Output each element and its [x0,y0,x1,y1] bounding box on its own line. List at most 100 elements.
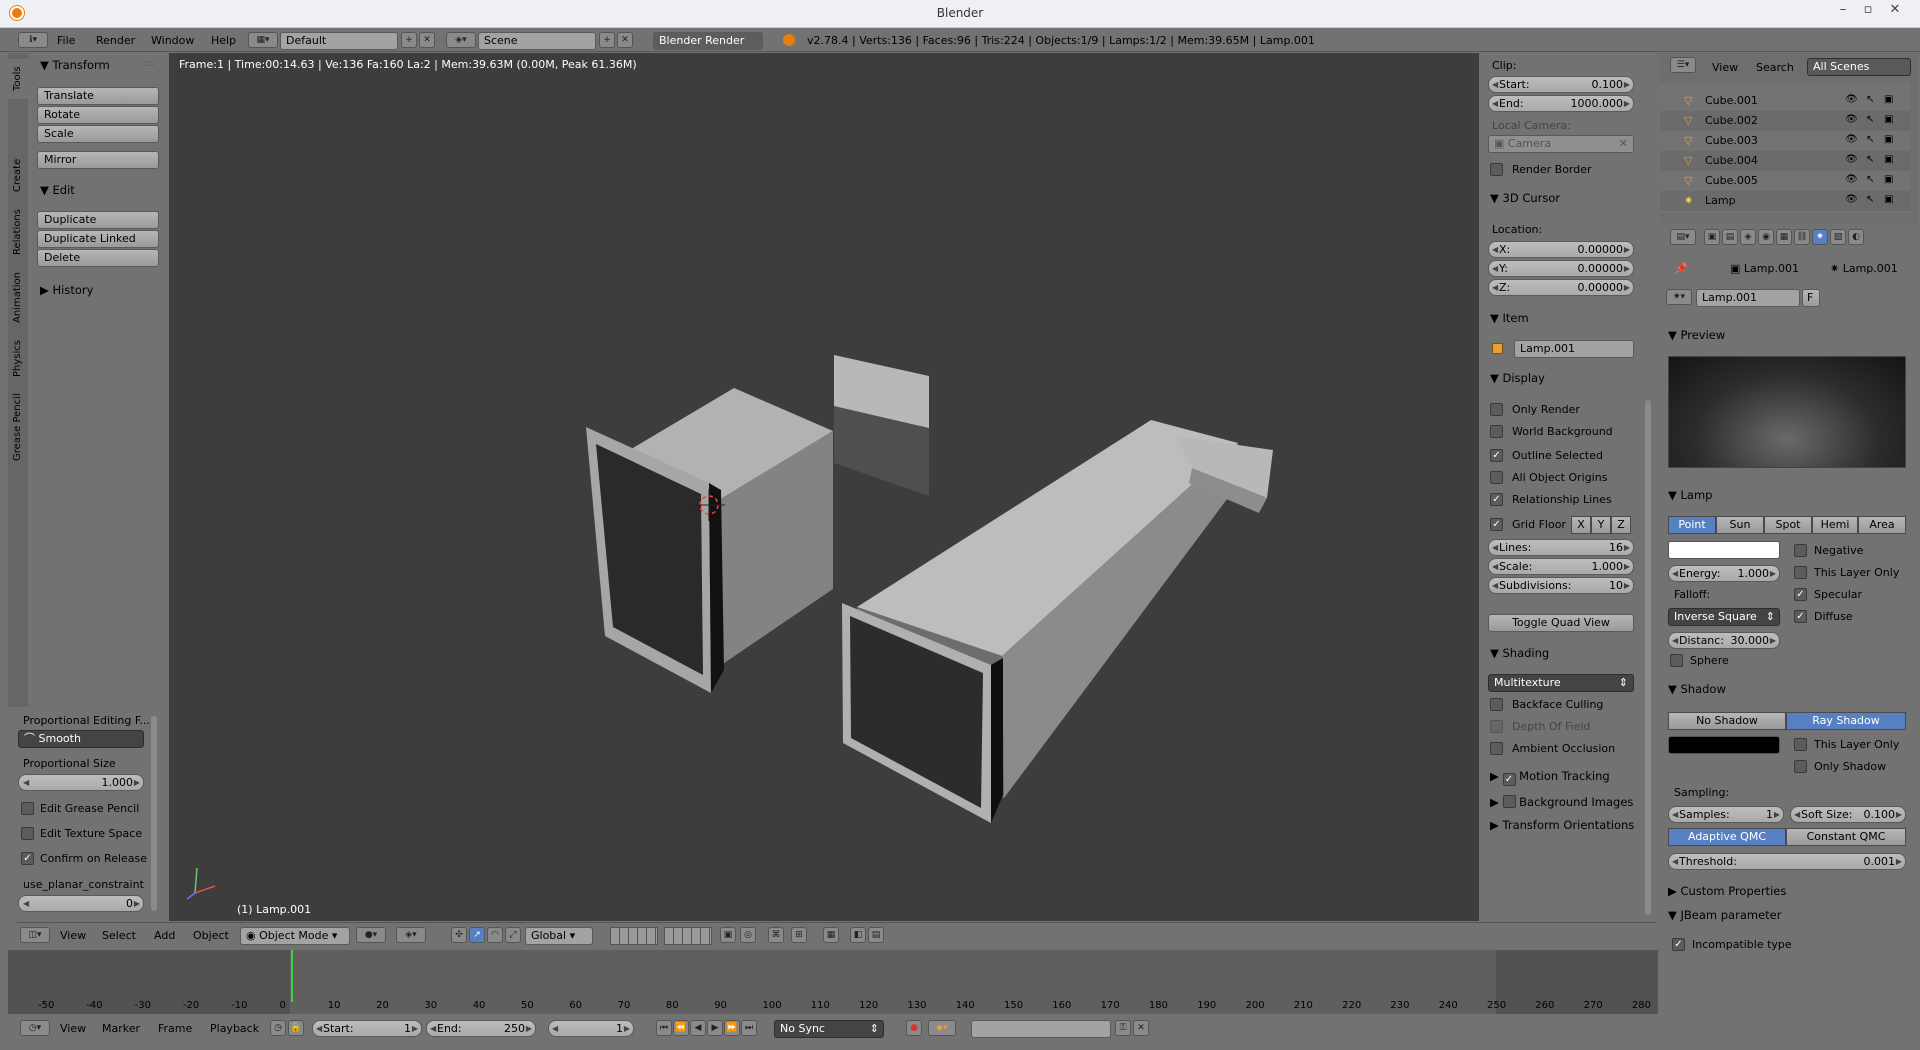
render-camera-icon[interactable]: ▣ [1884,154,1893,165]
keying-set-icon[interactable]: ◆▾ [928,1020,956,1036]
render-camera-icon[interactable]: ▣ [1884,194,1893,205]
outliner-item-name[interactable]: Cube.003 [1705,134,1758,147]
visibility-eye-icon[interactable]: 👁 [1845,154,1858,165]
lamp-type-point[interactable]: Point [1668,516,1716,534]
outliner-item-name[interactable]: Cube.002 [1705,114,1758,127]
timeline-menu-playback[interactable]: Playback [210,1022,259,1035]
insert-keyframe-icon[interactable]: ⚿ [1115,1020,1131,1036]
menu-window[interactable]: Window [151,34,194,47]
render-camera-icon[interactable]: ▣ [1884,134,1893,145]
shadow-panel-header[interactable]: ▼ Shadow [1668,682,1726,696]
lamp-data-icon[interactable]: ✷▾ [1666,289,1692,305]
selectable-arrow-icon[interactable]: ↖ [1866,114,1874,125]
operator-scrollbar[interactable] [151,716,157,911]
tab-relations[interactable]: Relations [8,205,28,259]
info-editor-icon[interactable]: ℹ▾ [18,32,48,48]
tab-physics-icon[interactable]: ◐ [1848,229,1864,245]
tab-texture-icon[interactable]: ▧ [1830,229,1846,245]
jump-keyframe-forward-icon[interactable]: ⏩ [724,1020,740,1036]
add-scene-icon[interactable]: + [599,32,615,48]
duplicate-linked-button[interactable]: Duplicate Linked [37,230,159,248]
snap-element-icon[interactable]: ⊞ [791,927,807,943]
editor-type-icon[interactable]: ◫▾ [20,927,50,943]
current-frame-line[interactable] [291,950,293,1002]
threshold-field[interactable]: ◀ Threshold: 0.001 ▶ [1668,853,1906,870]
falloff-type-dropdown[interactable]: Inverse Square ⇕ [1668,608,1780,626]
jump-start-icon[interactable]: ⏮ [656,1020,672,1036]
tab-scene-icon[interactable]: ◈ [1740,229,1756,245]
layout-field[interactable]: Default [280,32,398,50]
timeline-menu-frame[interactable]: Frame [158,1022,192,1035]
outliner-row[interactable]: ▽ Cube.002 👁 ↖ ▣ [1660,111,1910,131]
axis-z-toggle[interactable]: Z [1611,516,1631,534]
tab-grease-pencil[interactable]: Grease Pencil [8,389,28,465]
selectable-arrow-icon[interactable]: ↖ [1866,134,1874,145]
outliner-editor-icon[interactable]: ☰▾ [1670,57,1696,73]
grid-subdivisions-field[interactable]: ◀ Subdivisions: 10 ▶ [1488,577,1634,594]
lamp-type-sun[interactable]: Sun [1716,516,1764,534]
lock-layers-icon[interactable]: ▣ [720,927,736,943]
menu-render[interactable]: Render [96,34,135,47]
falloff-dropdown[interactable]: ⌒ Smooth [18,730,144,748]
grid-floor-checkbox[interactable]: ✓ [1490,518,1503,531]
tab-tools[interactable]: Tools [8,59,28,99]
custom-properties-panel-header[interactable]: ▶ Custom Properties [1668,884,1786,898]
remove-scene-icon[interactable]: ✕ [617,32,633,48]
item-panel-header[interactable]: ▼ Item [1490,311,1529,325]
fake-user-button[interactable]: F [1802,289,1820,307]
motion-tracking-panel-header[interactable]: ▶ ✓ Motion Tracking [1490,769,1610,786]
properties-editor-icon[interactable]: ▤▾ [1670,229,1696,245]
shading-panel-header[interactable]: ▼ Shading [1490,646,1549,660]
cursor-y-field[interactable]: ◀ Y: 0.00000 ▶ [1488,260,1634,277]
shadow-color-swatch[interactable] [1668,736,1780,754]
minimize-icon[interactable]: – [1832,2,1854,20]
clip-start-field[interactable]: ◀ Start: 0.100 ▶ [1488,76,1634,93]
timeline-menu-view[interactable]: View [60,1022,86,1035]
pin-icon[interactable]: 📌 [1674,262,1688,275]
layout-icon[interactable]: ▦▾ [248,32,278,48]
axis-y-toggle[interactable]: Y [1591,516,1611,534]
visibility-eye-icon[interactable]: 👁 [1845,134,1858,145]
translate-button[interactable]: Translate [37,87,159,105]
orientation-dropdown[interactable]: Global ▾ [525,927,593,945]
clip-end-field[interactable]: ◀ End: 1000.000 ▶ [1488,95,1634,112]
samples-field[interactable]: ◀ Samples: 1 ▶ [1668,806,1784,823]
maximize-icon[interactable]: ▫ [1857,2,1879,20]
timeline-editor-icon[interactable]: ◷▾ [20,1020,50,1036]
panel-grip-icon[interactable]: :::: [145,59,154,69]
outliner-filter-dropdown[interactable]: All Scenes [1807,58,1911,76]
visibility-eye-icon[interactable]: 👁 [1845,194,1858,205]
rotate-button[interactable]: Rotate [37,106,159,124]
lamp-type-area[interactable]: Area [1858,516,1906,534]
jump-end-icon[interactable]: ⏭ [741,1020,757,1036]
negative-checkbox[interactable] [1794,544,1807,557]
tab-animation[interactable]: Animation [8,267,28,329]
outliner-item-name[interactable]: Cube.004 [1705,154,1758,167]
render-icon[interactable]: ◧ [850,927,866,943]
confirm-on-release-checkbox[interactable]: ✓ [21,852,34,865]
keying-set-field[interactable] [971,1020,1111,1038]
layer-buttons[interactable] [610,927,658,945]
diffuse-checkbox[interactable]: ✓ [1794,610,1807,623]
outliner-row[interactable]: ▽ Cube.003 👁 ↖ ▣ [1660,131,1910,151]
outliner-row[interactable]: ✷ Lamp 👁 ↖ ▣ [1660,191,1910,211]
cursor-z-field[interactable]: ◀ Z: 0.00000 ▶ [1488,279,1634,296]
render-engine-dropdown[interactable]: Blender Render [653,32,763,50]
tab-constraints-icon[interactable]: ⛓ [1794,229,1810,245]
breadcrumb-lamp-data[interactable]: ✷ Lamp.001 [1830,262,1898,275]
record-icon[interactable]: ● [906,1020,922,1036]
pivot-icon[interactable]: ◈▾ [396,927,426,943]
proportional-icon[interactable]: ◎ [740,927,756,943]
axis-x-toggle[interactable]: X [1571,516,1591,534]
outline-selected-checkbox[interactable]: ✓ [1490,449,1503,462]
local-camera-field[interactable]: ▣ Camera ✕ [1488,135,1634,153]
jbeam-panel-header[interactable]: ▼ JBeam parameter [1668,908,1781,922]
mirror-button[interactable]: Mirror [37,151,159,169]
shading-mode-dropdown[interactable]: Multitexture ⇕ [1488,674,1634,692]
item-name-field[interactable]: Lamp.001 [1514,340,1634,358]
visibility-eye-icon[interactable]: 👁 [1845,114,1858,125]
lamp-this-layer-only-checkbox[interactable] [1794,566,1807,579]
transform-panel-header[interactable]: ▼ Transform [40,58,110,72]
close-icon[interactable]: ✕ [1884,2,1906,20]
menu-help[interactable]: Help [211,34,236,47]
